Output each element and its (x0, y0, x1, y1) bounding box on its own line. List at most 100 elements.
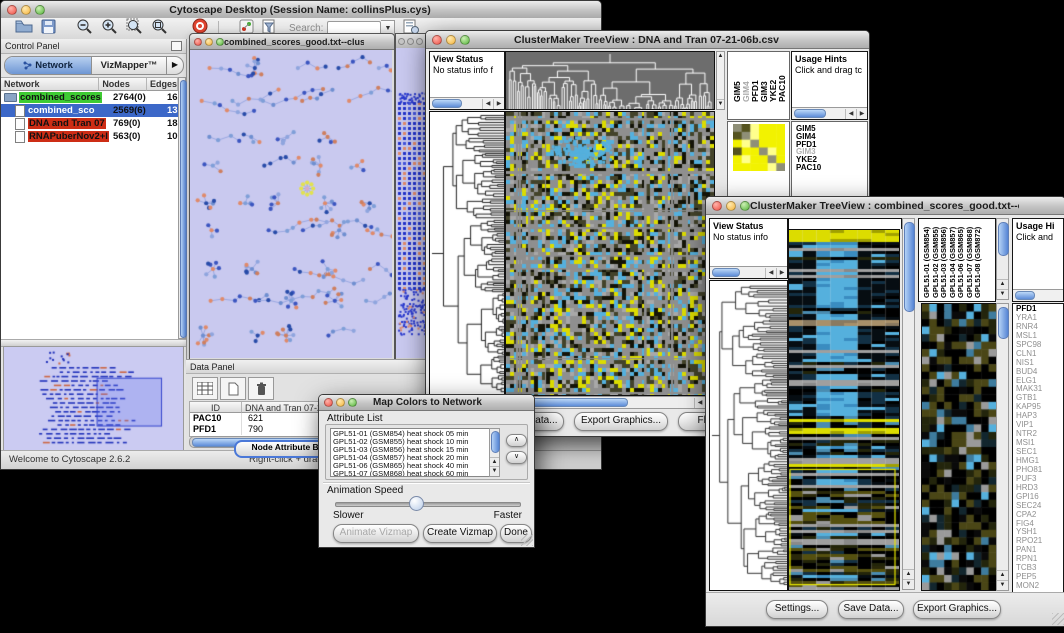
scroll-down-icon[interactable]: ▼ (903, 579, 914, 589)
gene-label[interactable]: MON2 (1016, 582, 1042, 591)
scrollbar-thumb[interactable] (180, 80, 187, 338)
dialog-titlebar[interactable]: Map Colors to Network (319, 395, 534, 411)
scrollbar-thumb[interactable] (904, 222, 915, 312)
scroll-left-icon[interactable]: ◀ (845, 109, 856, 119)
minimize-button[interactable] (21, 5, 31, 15)
close-button[interactable] (398, 38, 405, 45)
zoom-button[interactable] (35, 5, 45, 15)
table-mode-icon[interactable] (192, 377, 218, 400)
close-button[interactable] (194, 38, 202, 46)
zoom-selected-icon[interactable] (126, 18, 143, 40)
treeview1-titlebar[interactable]: ClusterMaker TreeView : DNA and Tran 07-… (426, 31, 869, 49)
network-row[interactable]: DNA and Tran 07769(0)183728(0) (1, 117, 178, 130)
usage-hints-scrollbar[interactable] (1013, 289, 1063, 301)
zoom-button[interactable] (348, 398, 357, 407)
heatmap-h-scrollbar[interactable]: ◀ ▶ (505, 396, 717, 409)
scroll-down-icon[interactable]: ▼ (717, 99, 724, 109)
matrix-column-label[interactable]: YKE2 (769, 56, 776, 102)
export-graphics-button[interactable]: Export Graphics... (574, 412, 668, 431)
scroll-up-icon[interactable]: ▲ (717, 52, 724, 61)
col-header-network[interactable]: Network (1, 78, 99, 91)
create-vizmap-button[interactable]: Create Vizmap (423, 524, 497, 543)
zoom-fit-icon[interactable] (151, 18, 168, 40)
matrix-column-label[interactable]: GIM5 (733, 56, 740, 102)
zoom-heatmap-canvas[interactable] (921, 303, 997, 591)
row-dendrogram-canvas[interactable] (429, 111, 505, 396)
array-column-label[interactable]: GPL51-04 (GSM857) (948, 221, 956, 298)
main-titlebar[interactable]: Cytoscape Desktop (Session Name: collins… (1, 1, 601, 19)
delete-attribute-icon[interactable] (248, 377, 274, 400)
matrix-column-label[interactable]: PAC10 (778, 56, 785, 102)
view-status-scrollbar[interactable]: ◀ ▶ (430, 97, 504, 109)
zoom-button[interactable] (216, 38, 224, 46)
tab-vizmapper[interactable]: VizMapper™ (92, 57, 166, 74)
close-button[interactable] (7, 5, 17, 15)
animation-slider-thumb[interactable] (409, 496, 424, 511)
array-column-label[interactable]: GPL51-01 (GSM854) (922, 221, 930, 298)
scrollbar-thumb[interactable] (1015, 291, 1035, 300)
gene-dendrogram-canvas[interactable] (709, 280, 788, 591)
zoom-button[interactable] (416, 38, 423, 45)
new-attribute-icon[interactable] (220, 377, 246, 400)
settings-button[interactable]: Settings... (766, 600, 828, 619)
scroll-up-icon[interactable]: ▲ (997, 279, 1008, 289)
array-column-label[interactable]: GPL51-03 (GSM856) (939, 221, 947, 298)
minimize-button[interactable] (446, 35, 456, 45)
minimize-button[interactable] (407, 38, 414, 45)
open-folder-icon[interactable] (15, 19, 33, 38)
network-list-scrollbar[interactable] (178, 77, 186, 339)
matrix-column-label[interactable]: PFD1 (751, 56, 758, 102)
tab-overflow-arrow[interactable]: ▶ (166, 57, 183, 74)
array-column-label[interactable]: GPL51-08 (GSM872) (973, 221, 981, 298)
scrollbar-thumb[interactable] (794, 109, 826, 118)
network-view-titlebar[interactable]: combined_scores_good.txt--cluste... (190, 34, 394, 50)
expression-heatmap-canvas[interactable] (788, 229, 900, 591)
minimize-button[interactable] (336, 398, 345, 407)
id-column-header[interactable]: ID (190, 402, 242, 413)
save-data-button[interactable]: Save Data... (838, 600, 904, 619)
minimize-button[interactable] (205, 38, 213, 46)
zoom-in-icon[interactable] (101, 18, 118, 40)
dendrogram-zoom-strip[interactable]: ▲ ▼ (716, 51, 725, 110)
col-header-edges[interactable]: Edges (147, 78, 178, 91)
matrix-row-label[interactable]: PAC10 (796, 164, 821, 172)
resize-grip[interactable] (1052, 613, 1064, 625)
network-canvas[interactable] (190, 50, 392, 358)
zoom-button[interactable] (460, 35, 470, 45)
scroll-right-icon[interactable]: ▶ (493, 99, 504, 109)
close-button[interactable] (712, 201, 722, 211)
network-row[interactable]: combined_sco2569(6)13112(15) (1, 104, 178, 117)
move-up-button[interactable]: ∧ (506, 434, 527, 447)
scroll-right-icon[interactable]: ▶ (776, 268, 787, 278)
save-icon[interactable] (41, 19, 56, 39)
scrollbar-thumb[interactable] (432, 99, 462, 108)
heatmap-v-scrollbar[interactable]: ▲ ▼ (902, 218, 915, 590)
resize-grip[interactable] (521, 534, 533, 546)
tab-network[interactable]: Network (5, 57, 92, 74)
close-button[interactable] (432, 35, 442, 45)
heatmap-canvas[interactable] (505, 111, 715, 396)
export-graphics-button[interactable]: Export Graphics... (913, 600, 1001, 619)
array-column-label[interactable]: GPL51-02 (GSM855) (931, 221, 939, 298)
scroll-up-icon[interactable]: ▲ (997, 570, 1008, 580)
birdseye-overview-canvas[interactable] (3, 346, 184, 452)
array-labels-scrollbar[interactable]: ▲ ▼ (996, 218, 1009, 300)
float-panel-icon[interactable] (171, 41, 182, 51)
matrix-column-label[interactable]: GIM3 (760, 56, 767, 102)
array-column-label[interactable]: GPL51-07 (GSM868) (965, 221, 973, 298)
scroll-right-icon[interactable]: ▶ (856, 109, 867, 119)
view-status-scrollbar[interactable]: ◀ ▶ (710, 266, 787, 278)
close-button[interactable] (324, 398, 333, 407)
animation-slider-track[interactable] (335, 502, 521, 507)
usage-hints-scrollbar[interactable]: ◀ ▶ (792, 107, 867, 119)
zoom-v-scrollbar[interactable]: ▲ ▼ (996, 303, 1009, 591)
minimize-button[interactable] (726, 201, 736, 211)
matrix-column-label[interactable]: GIM4 (742, 56, 749, 102)
scroll-left-icon[interactable]: ◀ (482, 99, 493, 109)
scroll-left-icon[interactable]: ◀ (694, 398, 705, 408)
scrollbar-thumb[interactable] (712, 268, 740, 277)
network-row[interactable]: combined_scores2764(0)16218(0) (1, 91, 178, 104)
zoom-out-icon[interactable] (76, 18, 93, 40)
network-row[interactable]: RNAPuberNov2+I563(0)107847(0) (1, 130, 178, 143)
scrollbar-thumb[interactable] (998, 307, 1009, 339)
